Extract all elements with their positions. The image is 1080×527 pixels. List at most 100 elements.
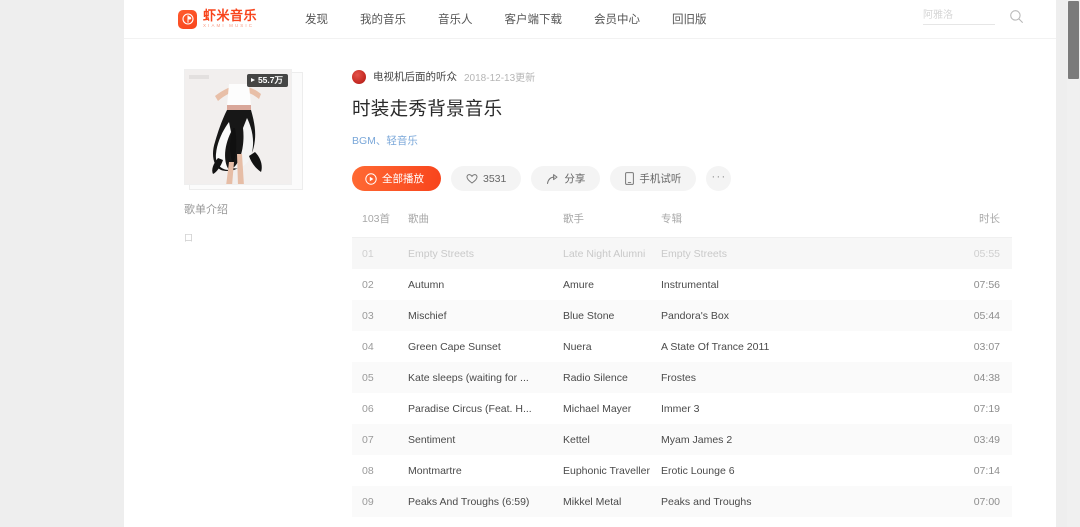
play-count-value: 55.7万 [257,75,283,85]
share-button[interactable]: 分享 [531,166,601,192]
logo-name-en: XIAMI MUSIC [203,23,255,29]
table-row[interactable]: 01 Empty Streets Late Night Alumni Empty St… [352,237,1012,270]
share-label: 分享 [564,173,586,186]
cell-album[interactable]: Empty Streets [661,238,851,270]
cell-album[interactable]: Erotic Lounge 6 [661,455,851,486]
table-row[interactable]: 06 Paradise Circus (Feat. H... Michael May… [352,393,1012,425]
cell-song-title[interactable]: Montmartre [408,455,563,486]
search-input[interactable] [923,8,995,25]
table-row[interactable]: 02 Autumn Amure Instrumental 07:56 [352,269,1012,301]
cell-artist[interactable]: Mikkel Metal [563,486,661,517]
xiami-logo-icon [178,9,197,29]
playlist-update-date: 2018-12-13更新 [464,73,536,84]
cell-duration: 04:38 [973,371,1000,384]
cell-duration: 05:55 [973,247,1000,260]
cell-album[interactable]: Peaks and Troughs [661,486,851,517]
cell-track-number: 01 [362,247,374,260]
page-title: 时装走秀背景音乐 [352,98,503,119]
cell-song-title[interactable]: Sentiment [408,424,563,455]
playlist-author[interactable]: 电视机后面的听众 [373,69,457,84]
cell-album[interactable]: Immer 3 [661,393,851,424]
header-artist[interactable]: 歌手 [563,211,661,239]
cell-album[interactable]: Pandora's Box [661,300,851,331]
cell-album[interactable]: Lucky Charms [661,517,851,527]
left-column: 55.7万 歌单介绍 口 [184,69,330,527]
table-row[interactable]: 07 Sentiment Kettel Myam James 2 03:49 [352,424,1012,456]
nav-item-musicians[interactable]: 音乐人 [422,11,489,27]
like-count: 3531 [483,172,507,185]
right-column: 电视机后面的听众 2018-12-13更新 时装走秀背景音乐 BGM、轻音乐 全 [352,69,1056,527]
cell-track-number: 05 [362,371,374,384]
action-buttons: 全部播放 3531 分享 手机试听 ··· [352,166,1012,192]
scrollbar-thumb[interactable] [1068,1,1079,79]
playlist-cover-image[interactable]: 55.7万 [184,69,292,185]
nav-menu: 发现 我的音乐 音乐人 客户端下载 会员中心 回旧版 [289,11,723,27]
table-row[interactable]: 10Lucky CharmsMaHiLucky Charms04:48 [352,517,1012,527]
cell-song-title[interactable]: Kate sleeps (waiting for ... [408,362,563,393]
playlist-tags[interactable]: BGM、轻音乐 [352,133,1012,148]
main-content: 55.7万 歌单介绍 口 电视机后面的听众 2018-12-13更新 时装走秀背… [124,39,1056,527]
cell-duration: 07:00 [973,495,1000,508]
table-row[interactable]: 04 Green Cape Sunset Nuera A State Of Tranc… [352,331,1012,363]
cell-artist[interactable]: Michael Mayer [563,393,661,424]
playlist-intro-title: 歌单介绍 [184,204,228,216]
search-area [923,8,1024,25]
cell-song-title[interactable]: Autumn [408,269,563,300]
nav-item-old-version[interactable]: 回旧版 [656,11,723,27]
cell-artist[interactable]: Amure [563,269,661,300]
cell-artist[interactable]: Nuera [563,331,661,362]
cell-artist[interactable]: Radio Silence [563,362,661,393]
logo-name-cn: 虾米音乐 [203,8,258,24]
table-row[interactable]: 05 Kate sleeps (waiting for ... Radio Sile… [352,362,1012,394]
cell-song-title[interactable]: Mischief [408,300,563,331]
cell-track-number: 04 [362,340,374,353]
table-row[interactable]: 03 Mischief Blue Stone Pandora's Box 05:44 [352,300,1012,332]
cell-song-title[interactable]: Empty Streets [408,238,563,270]
nav-item-my-music[interactable]: 我的音乐 [344,11,422,27]
mobile-listen-button[interactable]: 手机试听 [610,166,697,192]
cell-album[interactable]: Frostes [661,362,851,393]
cell-track-number: 06 [362,402,374,415]
cell-album[interactable]: A State Of Trance 2011 [661,331,851,362]
play-all-button[interactable]: 全部播放 [352,166,441,192]
cell-track-number: 08 [362,464,374,477]
browser-viewport: 虾米音乐 XIAMI MUSIC 发现 我的音乐 音乐人 客户端下载 会员中心 … [0,0,1080,527]
top-navigation-bar: 虾米音乐 XIAMI MUSIC 发现 我的音乐 音乐人 客户端下载 会员中心 … [124,0,1056,39]
header-track-count: 103首 [352,211,408,239]
playlist-intro-body: 口 [184,233,194,243]
header-song[interactable]: 歌曲 [408,211,563,239]
share-icon [546,173,559,185]
nav-item-discover[interactable]: 发现 [289,11,344,27]
phone-icon [625,172,635,186]
cell-artist[interactable]: Euphonic Traveller [563,455,661,486]
site-logo[interactable]: 虾米音乐 XIAMI MUSIC [178,9,257,29]
cell-artist[interactable]: Blue Stone [563,300,661,331]
play-count-badge: 55.7万 [246,74,288,87]
cell-artist[interactable]: MaHi [563,517,661,527]
cell-song-title[interactable]: Peaks And Troughs (6:59) [408,486,563,517]
author-avatar[interactable] [352,69,366,84]
cell-album[interactable]: Myam James 2 [661,424,851,455]
cell-artist[interactable]: Kettel [563,424,661,455]
more-options-button[interactable]: ··· [706,166,732,192]
heart-icon [466,173,478,185]
header-album[interactable]: 专辑 [661,211,851,239]
track-table-header: 103首 歌曲 歌手 专辑 时长 [352,211,1012,239]
playlist-cover-wrapper[interactable]: 55.7万 [184,69,303,190]
table-row[interactable]: 08 Montmartre Euphonic Traveller Erotic Lou… [352,455,1012,487]
cell-song-title[interactable]: Green Cape Sunset [408,331,563,362]
table-row[interactable]: 09 Peaks And Troughs (6:59) Mikkel Metal Pe… [352,486,1012,518]
cell-album[interactable]: Instrumental [661,269,851,300]
nav-item-member-center[interactable]: 会员中心 [578,11,656,27]
header-duration[interactable]: 时长 [851,211,1012,239]
cell-duration: 03:49 [973,433,1000,446]
search-icon[interactable] [1009,9,1024,24]
cell-artist[interactable]: Late Night Alumni [563,238,661,270]
cell-song-title[interactable]: Paradise Circus (Feat. H... [408,393,563,424]
page-scrollbar[interactable] [1067,0,1080,527]
cell-duration: 04:48 [851,517,1012,527]
table-header-row: 103首 歌曲 歌手 专辑 时长 [352,211,1012,239]
cell-song-title[interactable]: Lucky Charms [408,517,563,527]
like-button[interactable]: 3531 [451,166,522,192]
nav-item-client-download[interactable]: 客户端下载 [489,11,579,27]
